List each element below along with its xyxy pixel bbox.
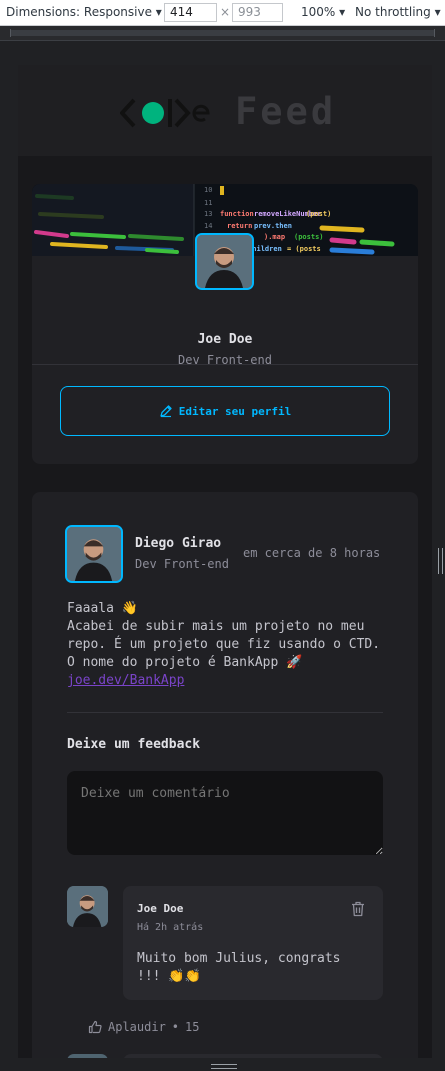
post-divider — [67, 712, 383, 713]
edit-profile-button[interactable]: Editar seu perfil — [60, 386, 390, 436]
edit-profile-label: Editar seu perfil — [178, 404, 292, 418]
svg-text:11: 11 — [204, 199, 212, 207]
post-content: Faaala 👋 Acabei de subir mais um projeto… — [67, 600, 387, 690]
comment: Joe Doe Há 2h atrás Muito bom Julius, co… — [67, 886, 383, 1006]
post-card: Diego Girao Dev Front-end em cerca de 8 … — [32, 492, 418, 1058]
next-comment-avatar — [67, 1054, 108, 1058]
comment-input[interactable] — [67, 771, 383, 855]
svg-text:10: 10 — [204, 186, 212, 194]
svg-text:prev.then: prev.then — [254, 222, 292, 230]
svg-text:).map: ).map — [264, 233, 285, 241]
post-link[interactable]: joe.dev/BankApp — [67, 673, 184, 688]
profile-avatar[interactable] — [195, 233, 254, 290]
pencil-icon — [160, 405, 172, 418]
post-line-greeting: Faaala 👋 — [67, 601, 138, 616]
trash-icon[interactable] — [349, 900, 367, 918]
resize-handle-right[interactable] — [438, 548, 443, 574]
comment-text: Muito bom Julius, congrats !!! 👏👏 — [137, 951, 341, 984]
media-query-bar — [0, 26, 445, 41]
comment-avatar[interactable] — [67, 886, 108, 927]
thumbs-up-icon — [88, 1020, 102, 1034]
height-input[interactable]: 993 — [232, 3, 283, 22]
width-input[interactable]: 414 — [164, 3, 217, 22]
svg-text:return: return — [227, 222, 252, 230]
zoom-dropdown[interactable]: 100% ▾ — [301, 0, 345, 25]
post-author-name: Diego Girao — [135, 536, 222, 551]
profile-name: Joe Doe — [197, 332, 253, 347]
profile-divider — [32, 364, 418, 365]
feedback-title: Deixe um feedback — [67, 737, 201, 752]
throttling-dropdown[interactable]: No throttling ▾ — [355, 0, 441, 25]
profile-card: 10 11 13 14 15 16 function removeLikeNum… — [32, 184, 418, 464]
dimensions-dropdown[interactable]: Dimensions: Responsive ▾ — [6, 0, 162, 25]
svg-text:(post): (post) — [306, 210, 331, 218]
post-author-role: Dev Front-end — [135, 557, 229, 571]
main-content: 10 11 13 14 15 16 function removeLikeNum… — [18, 156, 432, 1058]
applaud-label: Aplaudir — [108, 1020, 166, 1034]
devtools-toolbar: Dimensions: Responsive ▾ 414 × 993 100% … — [0, 0, 445, 26]
svg-text:13: 13 — [204, 210, 212, 218]
comment-time: Há 2h atrás — [137, 922, 204, 933]
app-header: Feed — [18, 65, 432, 156]
svg-text:function: function — [220, 210, 254, 218]
svg-text:= (posts: = (posts — [287, 245, 321, 253]
page-title: Feed — [235, 90, 337, 133]
svg-text:(posts): (posts) — [294, 233, 324, 241]
applaud-count: 15 — [185, 1020, 200, 1034]
post-author-avatar[interactable] — [65, 525, 123, 583]
comment-author: Joe Doe — [137, 902, 184, 915]
applaud-separator: • — [171, 1020, 180, 1034]
device-viewport: Feed 10 11 13 14 function removeLikeNumb… — [18, 65, 432, 1058]
applaud-button[interactable]: Aplaudir • 15 — [88, 1020, 199, 1034]
svg-text:14: 14 — [204, 222, 212, 230]
post-time: em cerca de 8 horas — [243, 546, 381, 560]
resize-handle-bottom[interactable] — [211, 1064, 237, 1069]
code-logo — [120, 98, 210, 128]
post-line-text: Acabei de subir mais um projeto no meu r… — [67, 619, 381, 670]
times-sign: × — [220, 5, 231, 19]
next-comment-bubble — [123, 1054, 383, 1058]
comment-bubble: Joe Doe Há 2h atrás Muito bom Julius, co… — [123, 886, 383, 1000]
